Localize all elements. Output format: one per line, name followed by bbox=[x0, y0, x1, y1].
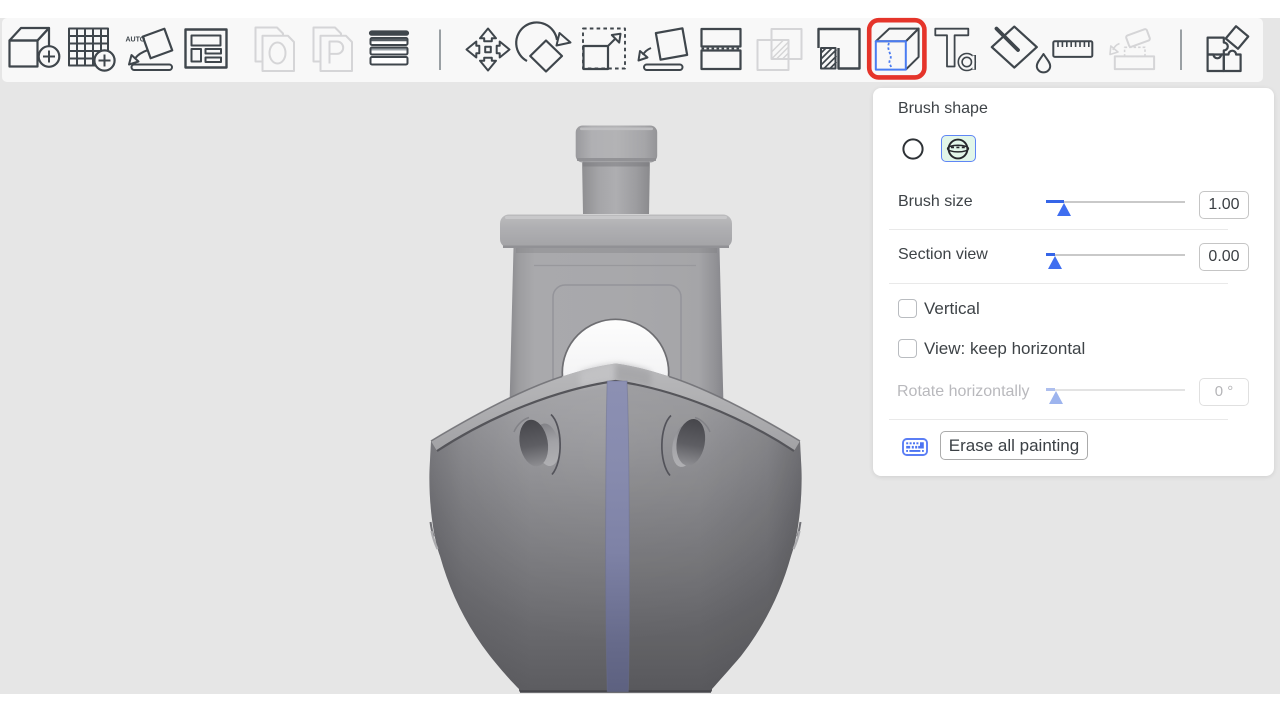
svg-text:AUTO: AUTO bbox=[126, 37, 146, 44]
